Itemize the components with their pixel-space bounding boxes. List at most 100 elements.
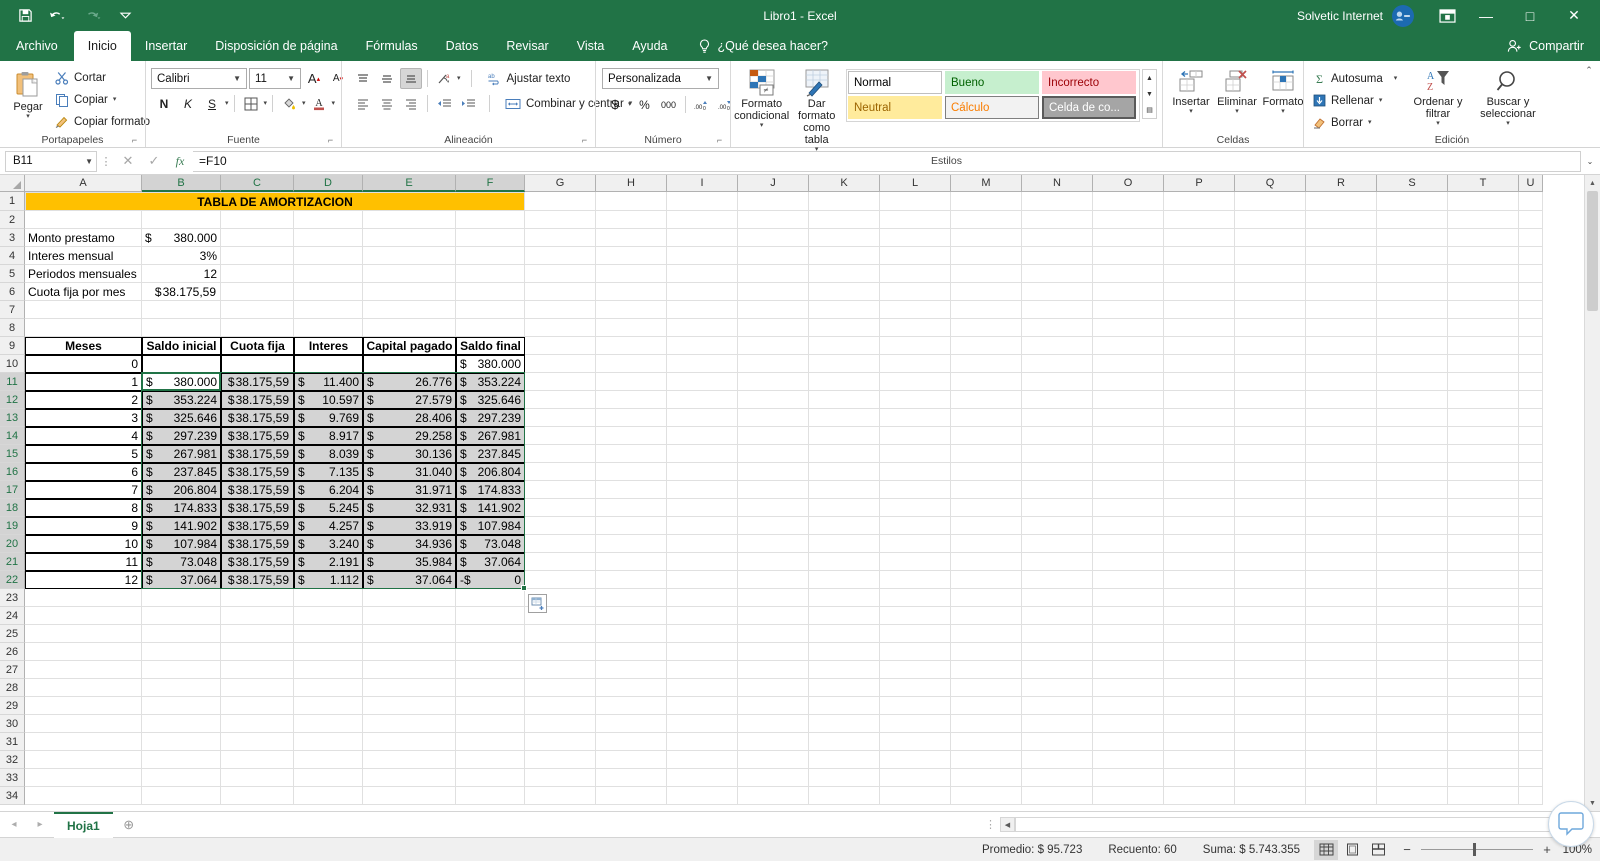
- cell-U21[interactable]: [1519, 553, 1543, 571]
- cell-M28[interactable]: [951, 679, 1022, 697]
- cell-P28[interactable]: [1164, 679, 1235, 697]
- cell-U7[interactable]: [1519, 301, 1543, 319]
- cell-E9[interactable]: Capital pagado: [363, 337, 456, 355]
- cell-O12[interactable]: [1093, 391, 1164, 409]
- cell-C29[interactable]: [221, 697, 294, 715]
- cell-R21[interactable]: [1306, 553, 1377, 571]
- cell-N5[interactable]: [1022, 265, 1093, 283]
- align-left-button[interactable]: [352, 93, 374, 114]
- cell-K31[interactable]: [809, 733, 880, 751]
- cell-D7[interactable]: [294, 301, 363, 319]
- cell-N31[interactable]: [1022, 733, 1093, 751]
- cell-P25[interactable]: [1164, 625, 1235, 643]
- cell-F2[interactable]: [456, 211, 525, 229]
- paste-options-button[interactable]: [528, 594, 547, 613]
- cell-E5[interactable]: [363, 265, 456, 283]
- cell-R6[interactable]: [1306, 283, 1377, 301]
- cell-L1[interactable]: [880, 192, 951, 211]
- cell-H12[interactable]: [596, 391, 667, 409]
- cell-U20[interactable]: [1519, 535, 1543, 553]
- cell-N4[interactable]: [1022, 247, 1093, 265]
- cell-E23[interactable]: [363, 589, 456, 607]
- row-header-25[interactable]: 25: [0, 625, 25, 643]
- find-select-button[interactable]: Buscar y seleccionar ▾: [1471, 67, 1545, 129]
- cell-S27[interactable]: [1377, 661, 1448, 679]
- cell-Q1[interactable]: [1235, 192, 1306, 211]
- cell-S7[interactable]: [1377, 301, 1448, 319]
- cell-O5[interactable]: [1093, 265, 1164, 283]
- cell-A15[interactable]: 5: [25, 445, 142, 463]
- cell-P34[interactable]: [1164, 787, 1235, 805]
- cell-O31[interactable]: [1093, 733, 1164, 751]
- cell-B33[interactable]: [142, 769, 221, 787]
- row-header-32[interactable]: 32: [0, 751, 25, 769]
- cell-K17[interactable]: [809, 481, 880, 499]
- cell-E29[interactable]: [363, 697, 456, 715]
- cell-F7[interactable]: [456, 301, 525, 319]
- cell-L34[interactable]: [880, 787, 951, 805]
- customize-quick-access-icon[interactable]: [112, 4, 138, 28]
- number-dialog-launcher[interactable]: ⌐: [714, 135, 725, 146]
- cell-G31[interactable]: [525, 733, 596, 751]
- cell-M30[interactable]: [951, 715, 1022, 733]
- column-header-o[interactable]: O: [1093, 175, 1164, 192]
- cell-I11[interactable]: [667, 373, 738, 391]
- cell-M5[interactable]: [951, 265, 1022, 283]
- cell-K32[interactable]: [809, 751, 880, 769]
- cell-E11[interactable]: $26.776: [363, 373, 456, 391]
- cell-O20[interactable]: [1093, 535, 1164, 553]
- cell-M7[interactable]: [951, 301, 1022, 319]
- cell-C17[interactable]: $38.175,59: [221, 481, 294, 499]
- cell-U24[interactable]: [1519, 607, 1543, 625]
- cell-U12[interactable]: [1519, 391, 1543, 409]
- cell-H33[interactable]: [596, 769, 667, 787]
- cell-U29[interactable]: [1519, 697, 1543, 715]
- font-color-caret-icon[interactable]: ▾: [332, 100, 336, 107]
- cell-Q2[interactable]: [1235, 211, 1306, 229]
- cell-O9[interactable]: [1093, 337, 1164, 355]
- cell-T22[interactable]: [1448, 571, 1519, 589]
- tab-disposicion-de-pagina[interactable]: Disposición de página: [201, 31, 351, 61]
- cell-I21[interactable]: [667, 553, 738, 571]
- cell-H8[interactable]: [596, 319, 667, 337]
- cell-J7[interactable]: [738, 301, 809, 319]
- cell-U14[interactable]: [1519, 427, 1543, 445]
- horizontal-scrollbar[interactable]: ◀ ▶: [1000, 817, 1600, 832]
- cell-H31[interactable]: [596, 733, 667, 751]
- cell-P11[interactable]: [1164, 373, 1235, 391]
- cell-O3[interactable]: [1093, 229, 1164, 247]
- scroll-left-icon[interactable]: ◀: [1000, 817, 1015, 832]
- column-header-p[interactable]: P: [1164, 175, 1235, 192]
- cell-P24[interactable]: [1164, 607, 1235, 625]
- tab-insertar[interactable]: Insertar: [131, 31, 201, 61]
- cell-B27[interactable]: [142, 661, 221, 679]
- cell-O24[interactable]: [1093, 607, 1164, 625]
- status-average[interactable]: Promedio: $ 95.723: [982, 844, 1082, 856]
- cell-L4[interactable]: [880, 247, 951, 265]
- row-header-8[interactable]: 8: [0, 319, 25, 337]
- cell-T26[interactable]: [1448, 643, 1519, 661]
- zoom-slider-thumb[interactable]: [1473, 843, 1476, 856]
- cell-E33[interactable]: [363, 769, 456, 787]
- cell-M10[interactable]: [951, 355, 1022, 373]
- cell-F30[interactable]: [456, 715, 525, 733]
- cell-M22[interactable]: [951, 571, 1022, 589]
- cell-R11[interactable]: [1306, 373, 1377, 391]
- cell-R3[interactable]: [1306, 229, 1377, 247]
- cell-N9[interactable]: [1022, 337, 1093, 355]
- cell-Q5[interactable]: [1235, 265, 1306, 283]
- cell-D9[interactable]: Interes: [294, 337, 363, 355]
- cell-L9[interactable]: [880, 337, 951, 355]
- cell-L33[interactable]: [880, 769, 951, 787]
- fill-color-caret-icon[interactable]: ▾: [302, 100, 306, 107]
- cell-U23[interactable]: [1519, 589, 1543, 607]
- cell-F26[interactable]: [456, 643, 525, 661]
- cell-P2[interactable]: [1164, 211, 1235, 229]
- cell-L27[interactable]: [880, 661, 951, 679]
- cell-F32[interactable]: [456, 751, 525, 769]
- sheet-tab-hoja1[interactable]: Hoja1: [54, 811, 113, 838]
- cell-H32[interactable]: [596, 751, 667, 769]
- cell-S1[interactable]: [1377, 192, 1448, 211]
- cell-M13[interactable]: [951, 409, 1022, 427]
- cell-style-neutral[interactable]: Neutral: [848, 96, 942, 119]
